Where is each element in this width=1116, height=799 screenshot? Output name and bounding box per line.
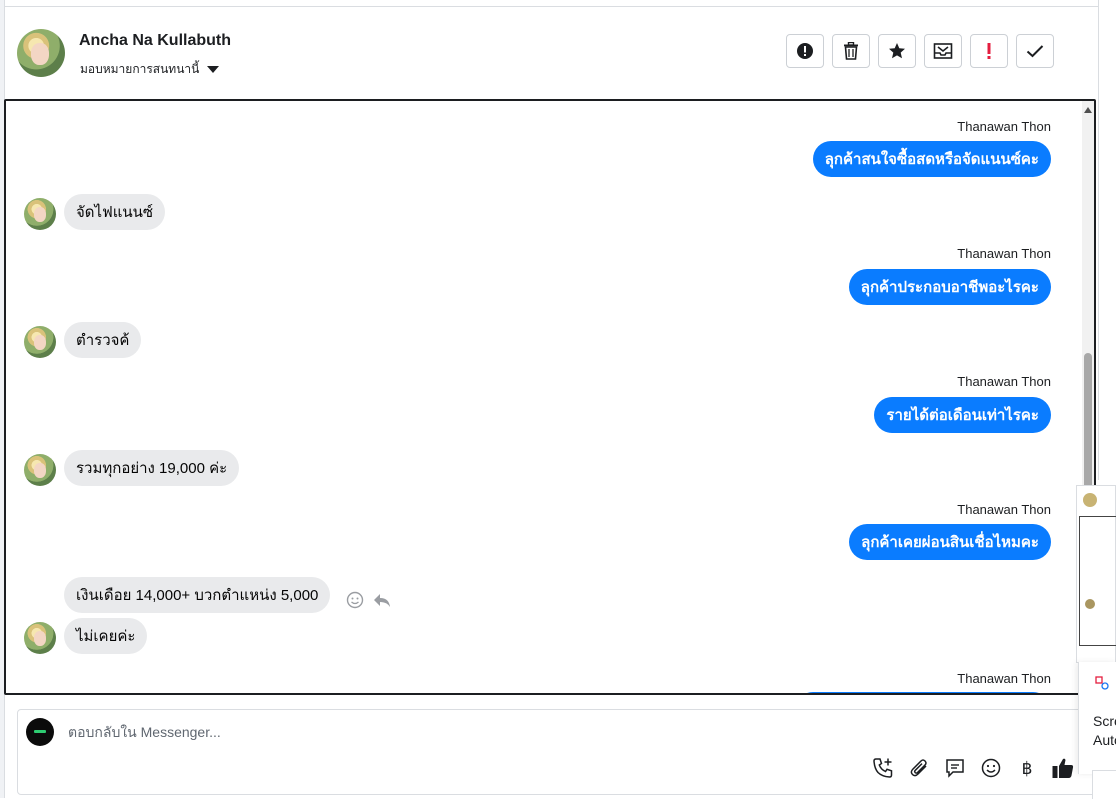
sender-name: Thanawan Thon	[957, 246, 1051, 261]
message-actions	[346, 591, 392, 609]
sender-name: Thanawan Thon	[957, 671, 1051, 686]
header-toolbar	[786, 34, 1054, 68]
message-thread[interactable]: Thanawan Thon ลุกค้าสนใจซื้อสดหรือจัดแนน…	[4, 99, 1096, 695]
composer-toolbar: ฿	[871, 756, 1075, 780]
emoji-button[interactable]	[979, 756, 1003, 780]
conversation-header: Ancha Na Kullabuth มอบหมายการสนทนานี้	[4, 7, 1098, 99]
popup-bottom-frame	[1092, 770, 1116, 799]
emoji-icon	[981, 758, 1001, 778]
emoji-react-icon[interactable]	[346, 591, 364, 609]
saved-reply-icon	[946, 759, 964, 778]
phone-plus-icon	[873, 758, 893, 778]
exclamation-icon	[987, 43, 991, 59]
mini-chat-avatar-small	[1085, 599, 1095, 609]
star-button[interactable]	[878, 34, 916, 68]
message-bubble-incoming[interactable]: ไม่เคยค่ะ	[64, 618, 148, 654]
page-avatar	[26, 718, 54, 746]
message-bubble-incoming[interactable]: เงินเดือย 14,000+ บวกตำแหน่ง 5,000	[64, 577, 331, 613]
message-bubble-outgoing[interactable]: ลุกค้าประกอบอาชีพอะไรคะ	[848, 269, 1051, 305]
follow-up-button[interactable]	[970, 34, 1008, 68]
paperclip-icon	[910, 759, 927, 777]
app-icon	[1095, 676, 1109, 690]
contact-avatar-small[interactable]	[24, 622, 56, 654]
svg-text:฿: ฿	[1022, 759, 1033, 779]
check-icon	[1026, 45, 1044, 58]
notification-text: Scre Auto	[1093, 712, 1116, 750]
message-bubble-outgoing[interactable]: ลุกค้าเคยผ่อนสินเชื่อไหมคะ	[849, 524, 1051, 560]
mini-chat-avatar	[1083, 493, 1097, 507]
saved-replies-button[interactable]	[943, 756, 967, 780]
baht-icon: ฿	[1022, 759, 1033, 779]
alert-circle-icon	[797, 43, 813, 59]
payment-button[interactable]: ฿	[1015, 756, 1039, 780]
envelope-icon	[933, 43, 953, 59]
message-bubble-outgoing[interactable]	[795, 692, 1051, 693]
notification-line-2: Auto	[1093, 732, 1116, 748]
reply-composer: ฿	[17, 709, 1098, 795]
message-bubble-incoming[interactable]: จัดไฟแนนซ์	[64, 194, 166, 230]
done-button[interactable]	[1016, 34, 1054, 68]
reply-icon[interactable]	[372, 591, 392, 609]
contact-avatar-small[interactable]	[24, 326, 56, 358]
scrollbar-thumb[interactable]	[1084, 353, 1092, 498]
attach-button[interactable]	[907, 756, 931, 780]
mini-chat-preview[interactable]	[1076, 485, 1116, 663]
delete-button[interactable]	[832, 34, 870, 68]
assign-conversation-dropdown[interactable]: มอบหมายการสนทนานี้	[80, 60, 220, 79]
assign-label: มอบหมายการสนทนานี้	[80, 62, 200, 76]
like-button[interactable]	[1051, 756, 1075, 780]
mini-chat-frame	[1079, 516, 1116, 646]
notification-popup[interactable]: Scre Auto	[1078, 662, 1116, 774]
message-bubble-outgoing[interactable]: ลุกค้าสนใจซื้อสดหรือจัดแนนซ์คะ	[812, 141, 1051, 177]
notification-line-1: Scre	[1093, 713, 1116, 729]
call-button[interactable]	[871, 756, 895, 780]
right-divider	[1098, 0, 1099, 480]
mark-unread-button[interactable]	[924, 34, 962, 68]
contact-avatar-small[interactable]	[24, 198, 56, 230]
thumbs-up-icon	[1052, 758, 1074, 778]
contact-avatar[interactable]	[17, 29, 65, 77]
spam-report-button[interactable]	[786, 34, 824, 68]
message-bubble-outgoing[interactable]: รายได้ต่อเดือนเท่าไรคะ	[874, 397, 1051, 433]
message-bubble-incoming[interactable]: ตำรวจค้	[64, 322, 142, 358]
contact-name[interactable]: Ancha Na Kullabuth	[79, 32, 231, 50]
message-bubble-incoming[interactable]: รวมทุกอย่าง 19,000 ค่ะ	[64, 450, 240, 486]
trash-icon	[844, 42, 858, 60]
caret-down-icon	[207, 66, 220, 73]
sender-name: Thanawan Thon	[957, 374, 1051, 389]
scroll-up-arrow-icon[interactable]	[1084, 107, 1092, 113]
reply-input[interactable]	[66, 723, 770, 741]
sender-name: Thanawan Thon	[957, 119, 1051, 134]
contact-avatar-small[interactable]	[24, 454, 56, 486]
star-icon	[889, 43, 905, 59]
sender-name: Thanawan Thon	[957, 502, 1051, 517]
